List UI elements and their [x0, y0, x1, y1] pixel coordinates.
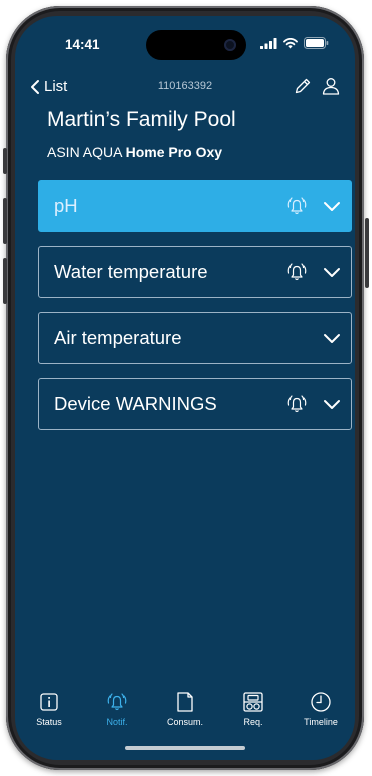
- model-prefix: ASIN AQUA: [47, 144, 122, 160]
- folder-icon: [175, 690, 195, 714]
- notification-row-ph[interactable]: pH: [38, 180, 352, 232]
- status-icons: [260, 37, 329, 49]
- model-name: Home Pro Oxy: [125, 144, 223, 160]
- chevron-down-icon: [323, 266, 341, 278]
- tab-label: Consum.: [166, 717, 203, 727]
- tab-consumption[interactable]: Consum.: [153, 690, 217, 727]
- chevron-down-icon: [323, 398, 341, 410]
- notification-row-water-temperature[interactable]: Water temperature: [38, 246, 352, 298]
- pool-model: ASIN AQUA Home Pro Oxy: [47, 144, 222, 160]
- tab-timeline[interactable]: Timeline: [289, 690, 353, 727]
- tab-label: Req.: [243, 717, 263, 727]
- power-button: [365, 218, 369, 288]
- volume-down-button: [3, 258, 7, 304]
- row-label: pH: [54, 195, 78, 216]
- nav-actions: [293, 76, 341, 96]
- app-screen: 14:41 List 110163392 Martin’s Family Poo…: [15, 16, 355, 760]
- tab-label: Status: [36, 717, 62, 727]
- info-icon: [39, 690, 59, 714]
- volume-up-button: [3, 198, 7, 244]
- row-label: Water temperature: [54, 261, 208, 282]
- bell-icon: [283, 393, 311, 415]
- requirements-icon: [241, 690, 265, 714]
- row-label: Air temperature: [54, 327, 182, 348]
- home-indicator[interactable]: [125, 746, 245, 750]
- chevron-down-icon: [323, 200, 341, 212]
- notification-row-device-warnings[interactable]: Device WARNINGS: [38, 378, 352, 430]
- battery-icon: [304, 37, 329, 49]
- tab-notifications[interactable]: Notif.: [85, 690, 149, 727]
- wifi-icon: [283, 37, 298, 48]
- signal-icon: [260, 37, 277, 49]
- clock-icon: [310, 690, 332, 714]
- tab-bar: Status Notif. Consum. Req. Timeline: [15, 690, 355, 727]
- tab-status[interactable]: Status: [17, 690, 81, 727]
- camera-icon: [224, 39, 236, 51]
- dynamic-island: [146, 30, 246, 60]
- user-icon[interactable]: [321, 76, 341, 96]
- pencil-icon[interactable]: [293, 76, 313, 96]
- row-label: Device WARNINGS: [54, 393, 217, 414]
- bell-icon: [283, 261, 311, 283]
- action-button: [3, 148, 7, 174]
- bell-icon: [283, 195, 311, 217]
- tab-label: Notif.: [106, 717, 128, 727]
- tab-requirements[interactable]: Req.: [221, 690, 285, 727]
- tab-label: Timeline: [304, 717, 338, 727]
- bell-icon: [103, 690, 131, 714]
- notification-row-air-temperature[interactable]: Air temperature: [38, 312, 352, 364]
- chevron-down-icon: [323, 332, 341, 344]
- notification-list: pH Water temperature Air temperature Dev…: [38, 180, 352, 444]
- status-time: 14:41: [65, 37, 100, 52]
- pool-title: Martin’s Family Pool: [47, 108, 236, 131]
